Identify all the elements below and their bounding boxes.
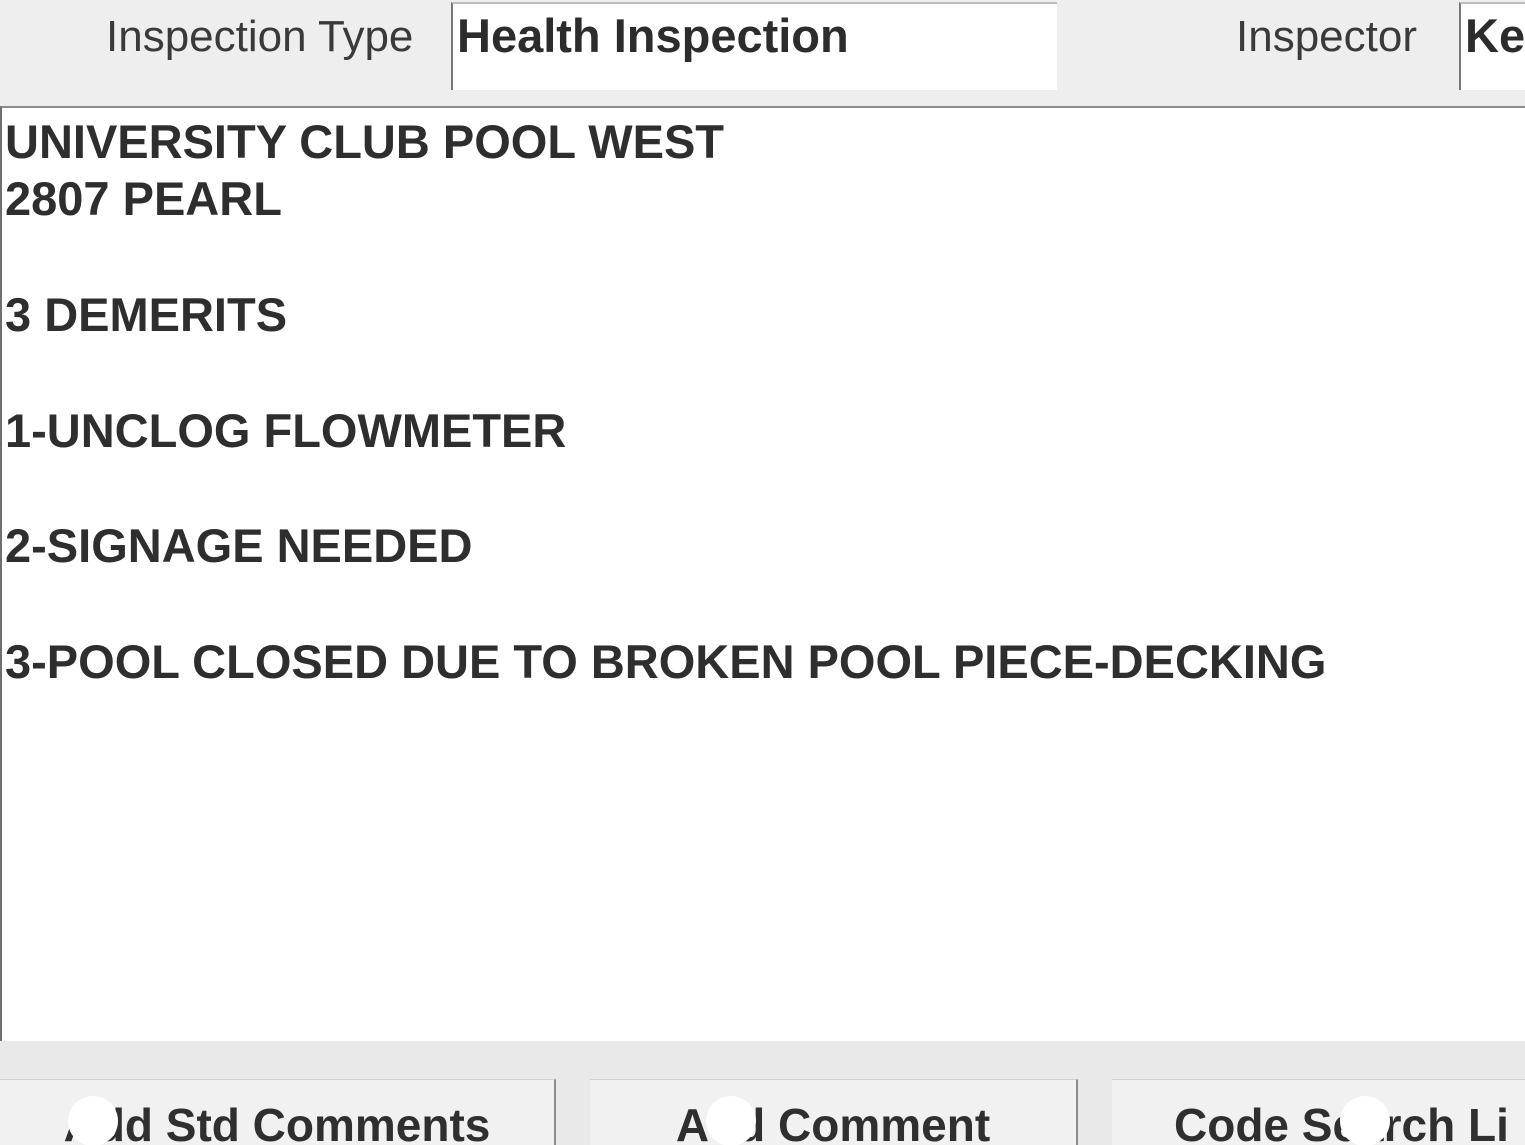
comment-line: 3-POOL CLOSED DUE TO BROKEN POOL PIECE-D…: [5, 635, 1327, 688]
inspection-header: Inspection Type Health Inspection Inspec…: [0, 0, 1525, 106]
add-comment-button[interactable]: Add Comment: [590, 1079, 1078, 1145]
comment-line: 2807 PEARL: [5, 172, 282, 225]
punch-hole: [1340, 1096, 1390, 1145]
inspection-type-field[interactable]: Health Inspection: [451, 2, 1057, 90]
comment-line: 1-UNCLOG FLOWMETER: [5, 404, 567, 457]
code-search-button[interactable]: Code Search Li: [1112, 1079, 1525, 1145]
comment-line: 2-SIGNAGE NEEDED: [5, 519, 473, 572]
comment-line: UNIVERSITY CLUB POOL WEST: [5, 115, 724, 168]
inspector-label: Inspector: [1236, 12, 1417, 61]
button-bar: Add Std Comments Add Comment Code Search…: [0, 1041, 1525, 1145]
comments-textarea[interactable]: UNIVERSITY CLUB POOL WEST 2807 PEARL 3 D…: [0, 106, 1525, 1041]
inspection-comments-window: Inspection Type Health Inspection Inspec…: [0, 0, 1525, 1145]
inspection-type-label: Inspection Type: [106, 12, 414, 61]
inspector-field[interactable]: Ke: [1459, 2, 1525, 90]
comment-line: 3 DEMERITS: [5, 288, 288, 341]
punch-hole: [706, 1096, 756, 1145]
punch-hole: [68, 1096, 118, 1145]
